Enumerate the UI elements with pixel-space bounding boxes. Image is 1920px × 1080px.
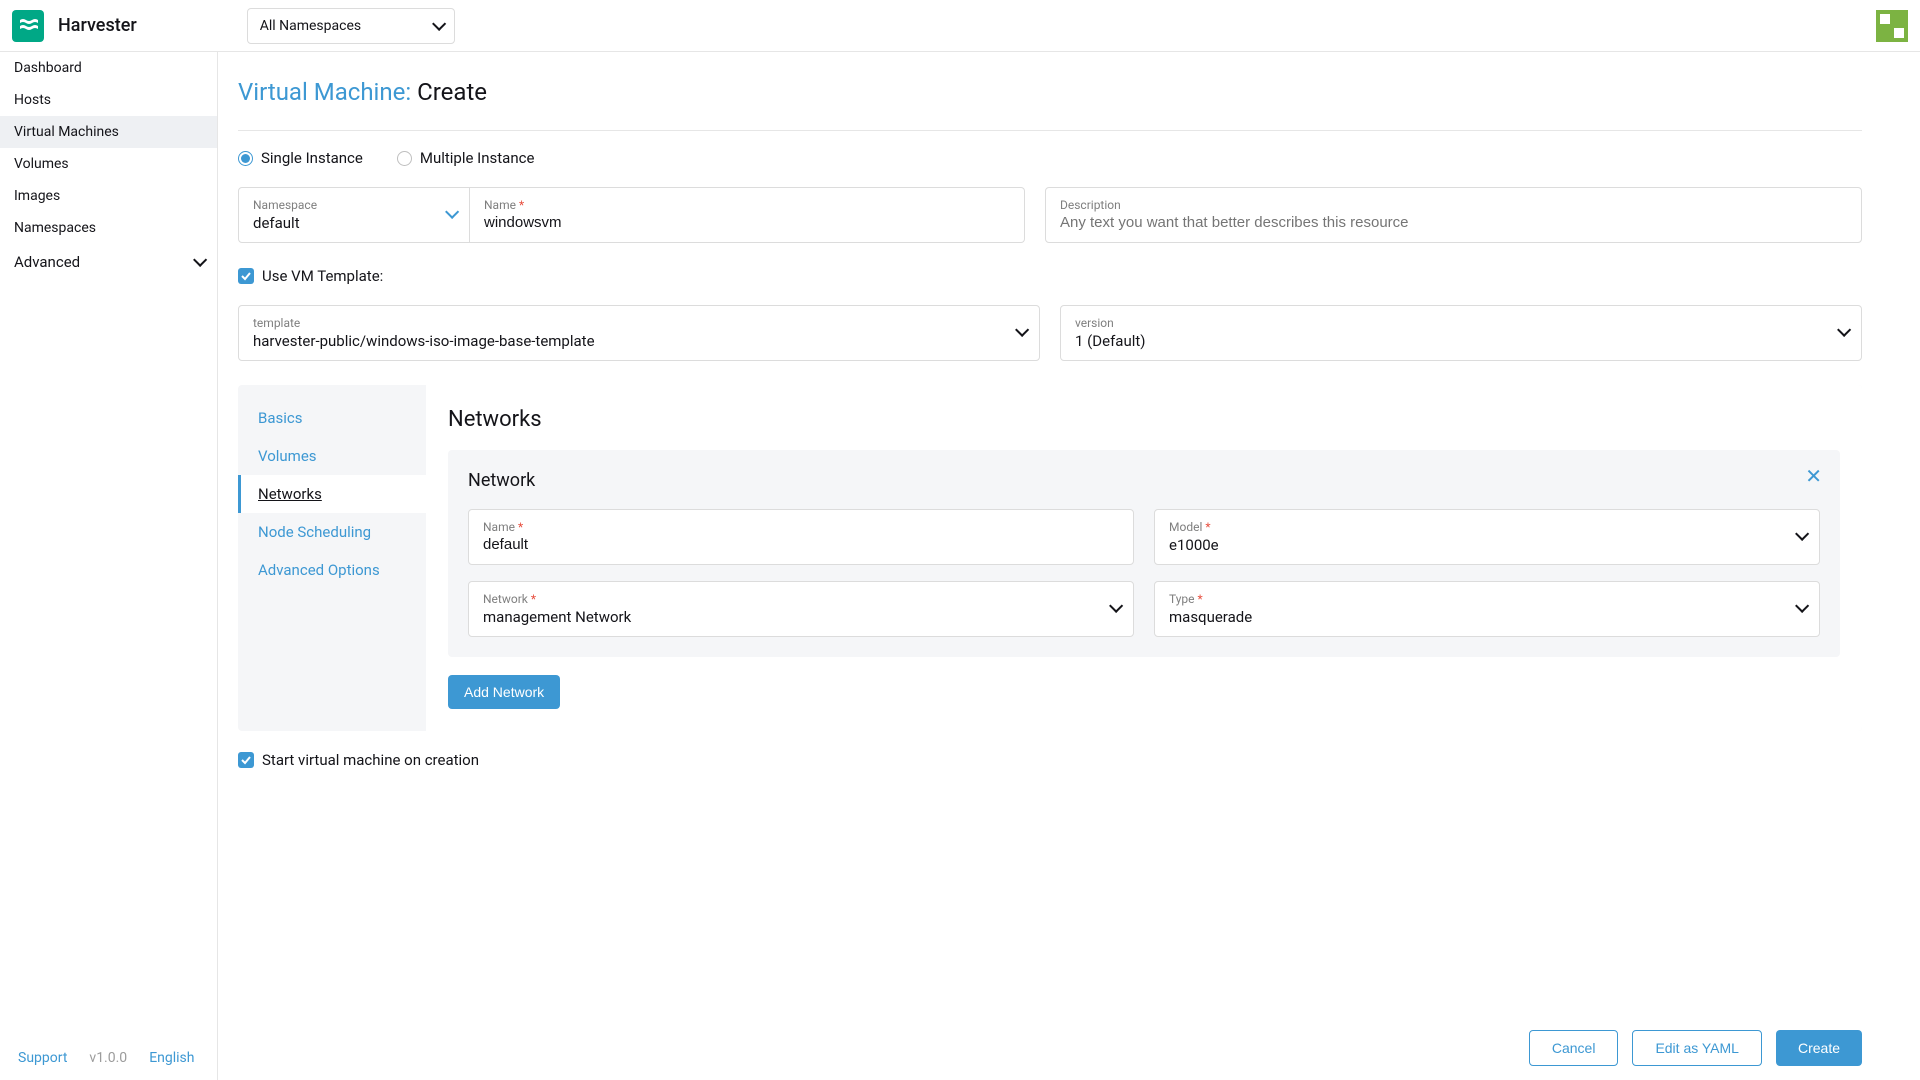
chevron-down-icon: [1109, 601, 1119, 617]
app-logo[interactable]: [12, 10, 44, 42]
app-header: Harvester All Namespaces: [0, 0, 1920, 52]
version-label: v1.0.0: [89, 1050, 127, 1066]
chevron-down-icon: [1837, 325, 1847, 341]
network-name-field[interactable]: Name *: [468, 509, 1134, 565]
sidebar-footer: Support v1.0.0 English: [0, 1036, 217, 1080]
sidebar: Dashboard Hosts Virtual Machines Volumes…: [0, 52, 218, 1080]
page-title: Virtual Machine: Create: [238, 78, 1862, 106]
sidebar-item-namespaces[interactable]: Namespaces: [0, 212, 217, 244]
chevron-down-icon: [1795, 529, 1805, 545]
radio-single-instance[interactable]: Single Instance: [238, 149, 363, 167]
cancel-button[interactable]: Cancel: [1529, 1030, 1619, 1066]
namespace-field[interactable]: Namespace default: [238, 187, 470, 243]
add-network-button[interactable]: Add Network: [448, 675, 560, 709]
network-network-field[interactable]: Network * management Network: [468, 581, 1134, 637]
chevron-down-icon: [193, 253, 207, 267]
sidebar-item-dashboard[interactable]: Dashboard: [0, 52, 217, 84]
tab-networks[interactable]: Networks: [238, 475, 426, 513]
description-input[interactable]: [1060, 214, 1847, 231]
network-card: Network ✕ Name * Model * e1000e: [448, 450, 1840, 657]
main-content: Virtual Machine: Create Single Instance …: [218, 52, 1920, 1080]
app-brand: Harvester: [58, 15, 137, 36]
language-link[interactable]: English: [149, 1050, 194, 1066]
config-tabs: Basics Volumes Networks Node Scheduling …: [238, 385, 1862, 731]
namespace-selector-label: All Namespaces: [260, 18, 361, 34]
footer-actions: Cancel Edit as YAML Create: [1529, 1016, 1862, 1080]
support-link[interactable]: Support: [18, 1050, 67, 1066]
edit-yaml-button[interactable]: Edit as YAML: [1632, 1030, 1762, 1066]
sidebar-item-images[interactable]: Images: [0, 180, 217, 212]
chevron-down-icon: [445, 207, 455, 223]
chevron-down-icon: [432, 16, 446, 30]
checkbox-checked-icon: [238, 268, 254, 284]
description-field[interactable]: Description: [1045, 187, 1862, 243]
tab-advanced-options[interactable]: Advanced Options: [238, 551, 426, 589]
close-icon[interactable]: ✕: [1805, 464, 1822, 488]
page-title-action: Create: [417, 78, 487, 106]
networks-section-title: Networks: [448, 407, 1840, 432]
page-title-prefix: Virtual Machine:: [238, 78, 411, 106]
tab-volumes[interactable]: Volumes: [238, 437, 426, 475]
radio-dot-icon: [397, 151, 412, 166]
namespace-selector[interactable]: All Namespaces: [247, 8, 455, 44]
checkbox-checked-icon: [238, 752, 254, 768]
instance-mode-row: Single Instance Multiple Instance: [238, 149, 1862, 167]
sidebar-item-hosts[interactable]: Hosts: [0, 84, 217, 116]
create-button[interactable]: Create: [1776, 1030, 1862, 1066]
name-input[interactable]: [484, 214, 1010, 231]
chevron-down-icon: [1015, 325, 1025, 341]
network-type-field[interactable]: Type * masquerade: [1154, 581, 1820, 637]
use-template-checkbox[interactable]: Use VM Template:: [238, 267, 1862, 285]
divider: [238, 130, 1862, 131]
network-card-title: Network: [468, 470, 1820, 491]
user-avatar[interactable]: [1876, 10, 1908, 42]
network-model-field[interactable]: Model * e1000e: [1154, 509, 1820, 565]
template-field[interactable]: template harvester-public/windows-iso-im…: [238, 305, 1040, 361]
radio-multiple-instance[interactable]: Multiple Instance: [397, 149, 535, 167]
sidebar-item-volumes[interactable]: Volumes: [0, 148, 217, 180]
name-field[interactable]: Name *: [470, 187, 1025, 243]
network-name-input[interactable]: [483, 536, 1119, 553]
radio-dot-icon: [238, 151, 253, 166]
tab-basics[interactable]: Basics: [238, 399, 426, 437]
sidebar-item-virtual-machines[interactable]: Virtual Machines: [0, 116, 217, 148]
tab-node-scheduling[interactable]: Node Scheduling: [238, 513, 426, 551]
version-field[interactable]: version 1 (Default): [1060, 305, 1862, 361]
start-on-creation-checkbox[interactable]: Start virtual machine on creation: [238, 751, 1862, 769]
chevron-down-icon: [1795, 601, 1805, 617]
sidebar-item-advanced[interactable]: Advanced: [0, 244, 217, 280]
